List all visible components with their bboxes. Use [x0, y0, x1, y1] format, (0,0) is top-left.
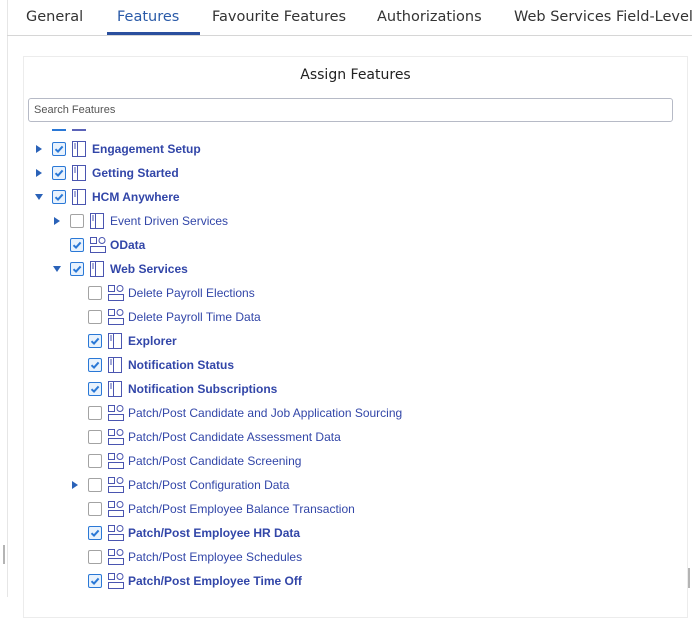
checkmark-icon: [54, 145, 64, 154]
feature-checkbox[interactable]: [88, 502, 102, 516]
component-icon: [108, 429, 124, 445]
expand-toggle-icon[interactable]: [52, 216, 62, 226]
feature-label[interactable]: Getting Started: [92, 163, 179, 183]
feature-label[interactable]: Patch/Post Candidate and Job Application…: [128, 403, 402, 423]
checkmark-icon: [72, 241, 82, 250]
component-icon: [108, 525, 124, 541]
feature-label[interactable]: Event Driven Services: [110, 211, 228, 231]
caret-right-icon: [36, 145, 42, 153]
panel-title: Assign Features: [300, 67, 411, 83]
caret-right-icon: [54, 217, 60, 225]
checkmark-icon: [90, 361, 100, 370]
page-icon: [90, 213, 104, 229]
feature-label[interactable]: Engagement Setup: [92, 139, 201, 159]
feature-label[interactable]: Explorer: [128, 331, 177, 351]
feature-checkbox[interactable]: [88, 550, 102, 564]
checkmark-icon: [90, 385, 100, 394]
page-icon: [90, 261, 104, 277]
left-scrollbar[interactable]: [3, 545, 5, 564]
checkmark-icon: [90, 337, 100, 346]
tab-bar: General Features Favourite Features Auth…: [7, 0, 692, 36]
feature-label[interactable]: Patch/Post Configuration Data: [128, 475, 289, 495]
collapse-toggle-icon[interactable]: [52, 264, 62, 274]
tab-web-services-field-level-authorizations[interactable]: Web Services Field-Level Authorizations: [514, 0, 692, 35]
caret-right-icon: [72, 481, 78, 489]
expand-toggle-icon[interactable]: [34, 168, 44, 178]
right-scrollbar[interactable]: [688, 568, 690, 588]
page-icon: [108, 357, 122, 373]
checkmark-icon: [54, 193, 64, 202]
component-icon: [108, 285, 124, 301]
feature-checkbox[interactable]: [88, 358, 102, 372]
page-icon: [108, 381, 122, 397]
collapse-toggle-icon[interactable]: [34, 192, 44, 202]
tab-features[interactable]: Features: [117, 0, 179, 35]
feature-label[interactable]: Notification Subscriptions: [128, 379, 277, 399]
feature-checkbox[interactable]: [52, 190, 66, 204]
component-icon: [108, 309, 124, 325]
feature-checkbox[interactable]: [88, 526, 102, 540]
feature-checkbox[interactable]: [88, 574, 102, 588]
feature-checkbox[interactable]: [70, 214, 84, 228]
tab-authorizations[interactable]: Authorizations: [377, 0, 482, 35]
active-tab-indicator: [107, 32, 200, 35]
feature-label[interactable]: HCM Anywhere: [92, 187, 180, 207]
feature-checkbox[interactable]: [88, 382, 102, 396]
feature-checkbox[interactable]: [88, 286, 102, 300]
feature-label[interactable]: Delete Payroll Elections: [128, 283, 255, 303]
caret-down-icon: [53, 266, 61, 272]
feature-checkbox[interactable]: [88, 406, 102, 420]
feature-label[interactable]: OData: [110, 235, 145, 255]
checkmark-icon: [54, 169, 64, 178]
feature-label[interactable]: Patch/Post Employee Time Off: [128, 571, 302, 591]
left-rail: [0, 0, 8, 597]
feature-label[interactable]: Delete Payroll Time Data: [128, 307, 261, 327]
feature-checkbox[interactable]: [88, 310, 102, 324]
checkmark-icon: [90, 577, 100, 586]
feature-checkbox[interactable]: [88, 454, 102, 468]
partial-icon: [72, 129, 86, 131]
feature-label[interactable]: Patch/Post Employee HR Data: [128, 523, 300, 543]
search-features-input[interactable]: [28, 98, 673, 122]
feature-label[interactable]: Web Services: [110, 259, 188, 279]
component-icon: [108, 549, 124, 565]
tab-general[interactable]: General: [26, 0, 83, 35]
expand-toggle-icon[interactable]: [34, 144, 44, 154]
checkmark-icon: [90, 529, 100, 538]
feature-label[interactable]: Patch/Post Candidate Screening: [128, 451, 301, 471]
feature-label[interactable]: Patch/Post Candidate Assessment Data: [128, 427, 341, 447]
expand-toggle-icon[interactable]: [70, 480, 80, 490]
component-icon: [108, 453, 124, 469]
page-icon: [72, 189, 86, 205]
partial-checkbox: [52, 129, 66, 131]
feature-checkbox[interactable]: [70, 262, 84, 276]
caret-right-icon: [36, 169, 42, 177]
caret-down-icon: [35, 194, 43, 200]
page-icon: [108, 333, 122, 349]
feature-checkbox[interactable]: [52, 166, 66, 180]
feature-checkbox[interactable]: [88, 334, 102, 348]
checkmark-icon: [72, 265, 82, 274]
component-icon: [108, 405, 124, 421]
component-icon: [108, 573, 124, 589]
feature-label[interactable]: Notification Status: [128, 355, 234, 375]
feature-checkbox[interactable]: [88, 478, 102, 492]
feature-checkbox[interactable]: [52, 142, 66, 156]
component-icon: [90, 237, 106, 253]
feature-checkbox[interactable]: [70, 238, 84, 252]
feature-checkbox[interactable]: [88, 430, 102, 444]
page-icon: [72, 165, 86, 181]
page-icon: [72, 141, 86, 157]
feature-label[interactable]: Patch/Post Employee Schedules: [128, 547, 302, 567]
component-icon: [108, 477, 124, 493]
tab-favourite-features[interactable]: Favourite Features: [212, 0, 346, 35]
component-icon: [108, 501, 124, 517]
feature-label[interactable]: Patch/Post Employee Balance Transaction: [128, 499, 355, 519]
